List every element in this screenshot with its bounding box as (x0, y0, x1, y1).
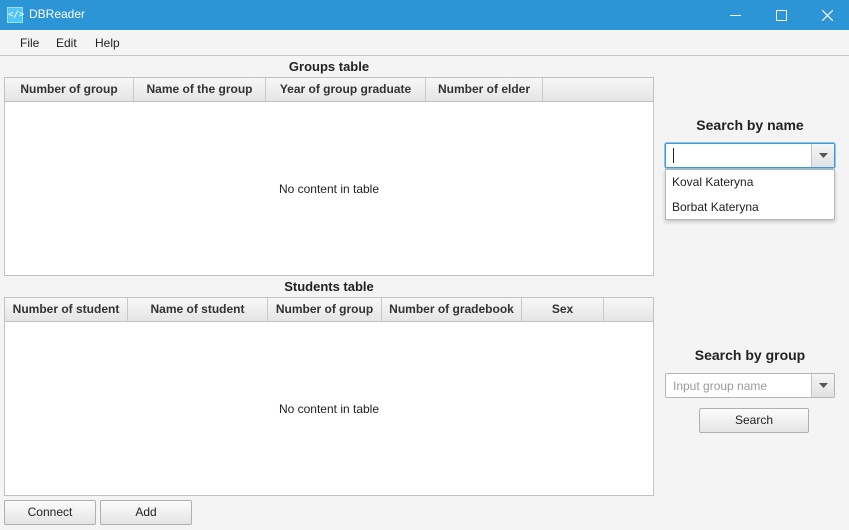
students-table-header: Number of student Name of student Number… (5, 298, 653, 322)
title-bar: </> DBReader (0, 0, 849, 30)
search-by-name-dropdown: Koval Kateryna Borbat Kateryna (665, 169, 835, 220)
search-by-name-combobox[interactable] (665, 143, 835, 168)
menu-bar: File Edit Help (0, 30, 849, 56)
groups-table-title: Groups table (288, 59, 370, 74)
search-by-group-combobox[interactable] (665, 373, 835, 398)
add-button[interactable]: Add (100, 500, 192, 525)
search-button[interactable]: Search (699, 408, 809, 433)
column-header-number-of-elder[interactable]: Number of elder (426, 78, 543, 101)
dropdown-option[interactable]: Borbat Kateryna (666, 195, 834, 220)
connect-button[interactable]: Connect (4, 500, 96, 525)
search-by-name-heading: Search by name (696, 117, 804, 133)
column-header-year-of-graduate[interactable]: Year of group graduate (266, 78, 426, 101)
menu-file[interactable]: File (20, 36, 39, 50)
column-header-name-of-group[interactable]: Name of the group (134, 78, 266, 101)
maximize-icon[interactable] (758, 0, 804, 30)
group-name-input[interactable] (666, 374, 811, 397)
menu-help[interactable]: Help (95, 36, 120, 50)
column-header-number-of-student[interactable]: Number of student (5, 298, 128, 321)
column-header-number-of-group[interactable]: Number of group (5, 78, 134, 101)
search-by-name-input[interactable] (666, 144, 811, 167)
groups-table-empty-message: No content in table (278, 182, 380, 196)
column-header-number-of-group[interactable]: Number of group (268, 298, 382, 321)
students-table-title: Students table (284, 279, 374, 294)
menu-edit[interactable]: Edit (56, 36, 77, 50)
groups-table[interactable]: Number of group Name of the group Year o… (4, 77, 654, 276)
window-title: DBReader (29, 7, 86, 21)
students-table[interactable]: Number of student Name of student Number… (4, 297, 654, 496)
dropdown-option[interactable]: Koval Kateryna (666, 170, 834, 195)
students-table-empty-message: No content in table (278, 402, 380, 416)
column-header-name-of-student[interactable]: Name of student (128, 298, 268, 321)
minimize-icon[interactable] (712, 0, 758, 30)
app-icon: </> (7, 7, 24, 23)
close-icon[interactable] (804, 0, 849, 30)
groups-table-header: Number of group Name of the group Year o… (5, 78, 653, 102)
search-by-group-heading: Search by group (694, 347, 806, 363)
text-caret (673, 148, 674, 163)
chevron-down-icon[interactable] (811, 374, 834, 397)
column-header-number-of-gradebook[interactable]: Number of gradebook (382, 298, 522, 321)
chevron-down-icon[interactable] (811, 144, 834, 167)
column-header-sex[interactable]: Sex (522, 298, 604, 321)
